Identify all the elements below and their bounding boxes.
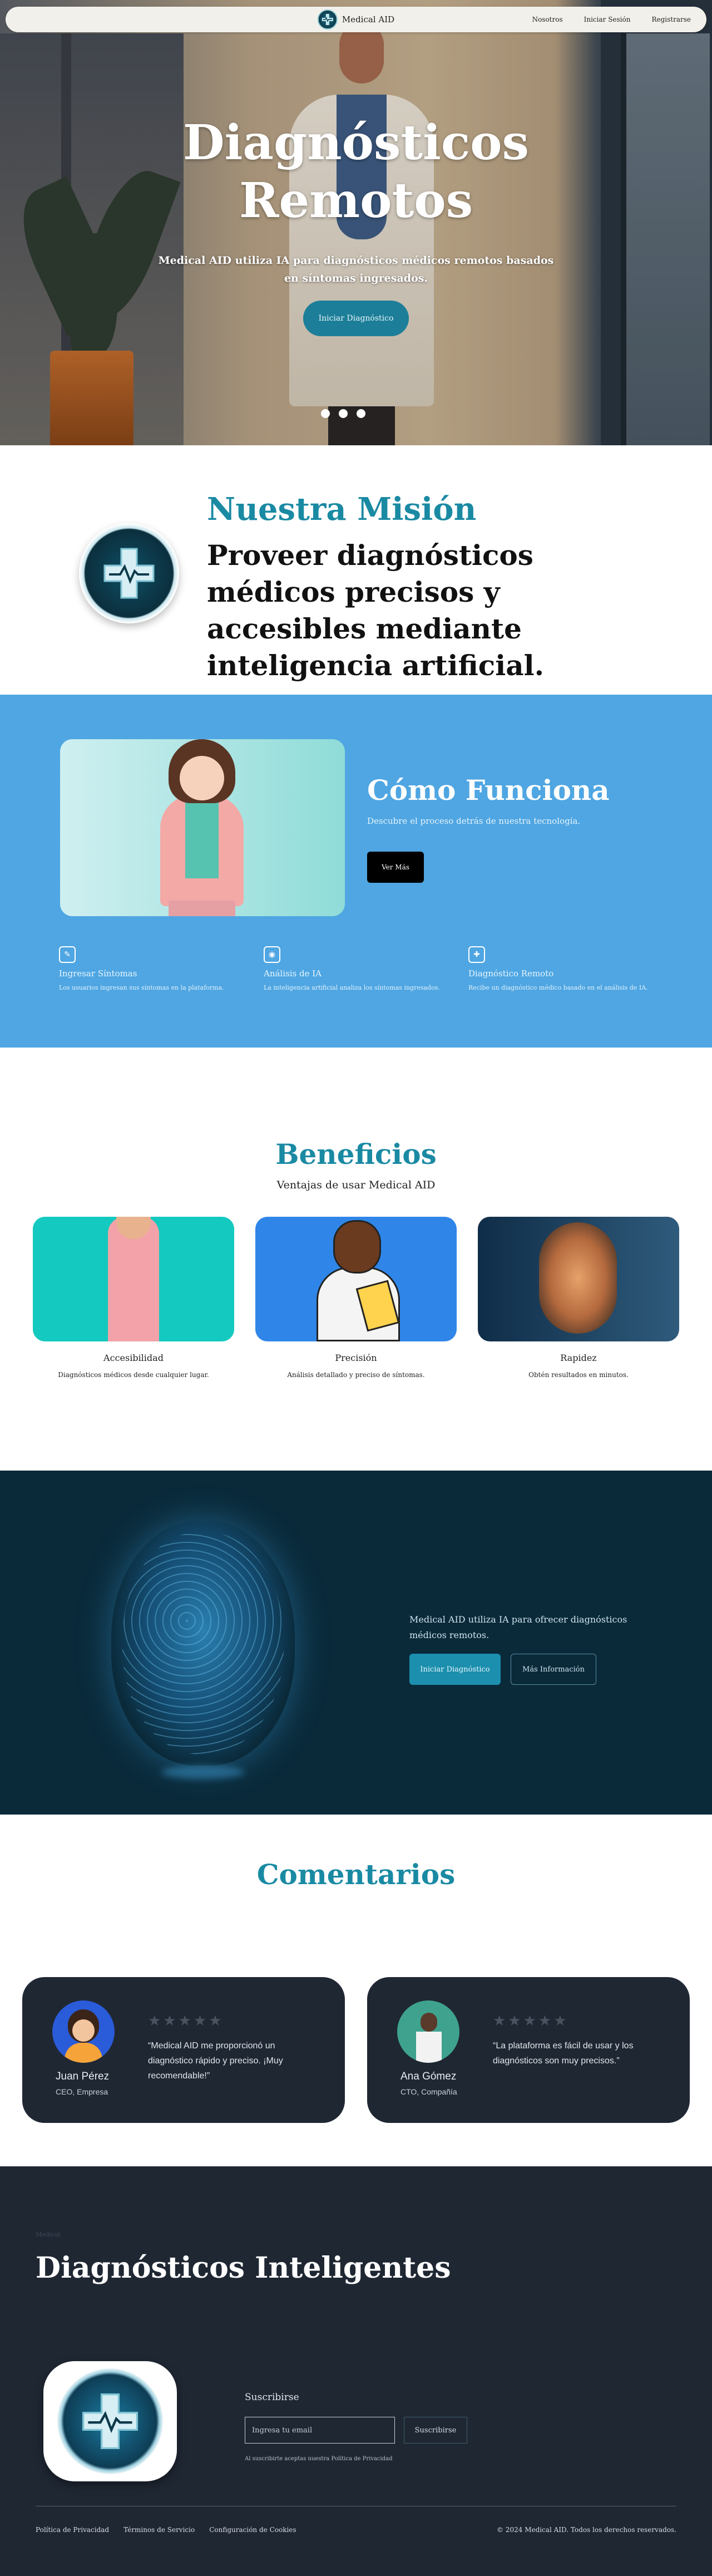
ai-chip-icon: ◉	[264, 946, 280, 963]
see-more-button[interactable]: Ver Más	[367, 852, 424, 883]
hero-start-diagnosis-button[interactable]: Iniciar Diagnóstico	[303, 301, 409, 336]
benefit-title: Rapidez	[560, 1353, 597, 1363]
benefit-text: Diagnósticos médicos desde cualquier lug…	[58, 1371, 209, 1379]
testimonial-role: CTO, Compañía	[400, 2087, 457, 2096]
benefit-image-coat	[33, 1217, 234, 1341]
hero-section: Diagnósticos Remotos Medical AID utiliza…	[0, 0, 712, 445]
footer-logo	[43, 2361, 177, 2481]
footer: Medical Diagnósticos Inteligentes Suscri…	[0, 2166, 712, 2576]
step-text: Recibe un diagnóstico médico basado en e…	[468, 984, 648, 991]
hero-title-line1: Diagnósticos	[183, 115, 529, 171]
digital-brain-image	[111, 1521, 295, 1766]
benefits-subtitle: Ventajas de usar Medical AID	[276, 1179, 436, 1191]
testimonial-role: CEO, Empresa	[56, 2087, 108, 2096]
start-diagnosis-button[interactable]: Iniciar Diagnóstico	[409, 1654, 501, 1685]
step-item: ✚ Diagnóstico Remoto Recibe un diagnósti…	[468, 946, 657, 991]
footer-link-privacy[interactable]: Política de Privacidad	[36, 2526, 109, 2534]
nav-link-register[interactable]: Registrarse	[651, 16, 691, 23]
top-navbar: Medical AID Nosotros Iniciar Sesión Regi…	[6, 7, 706, 32]
testimonial-name: Juan Pérez	[56, 2071, 110, 2082]
step-item: ✎ Ingresar Síntomas Los usuarios ingresa…	[59, 946, 248, 991]
benefits-title: Beneficios	[275, 1138, 437, 1171]
benefit-title: Accesibilidad	[103, 1353, 164, 1363]
benefit-card: Rapidez Obtén resultados en minutos.	[478, 1217, 679, 1379]
comments-title: Comentarios	[256, 1858, 456, 1891]
step-text: Los usuarios ingresan sus síntomas en la…	[59, 984, 224, 991]
nav-brand-name: Medical AID	[342, 14, 395, 24]
subscribe-legal-text: Al suscribirte aceptas nuestra Política …	[245, 2456, 393, 2462]
mission-title: Nuestra Misión	[207, 491, 477, 528]
ai-cta-text: Medical AID utiliza IA para ofrecer diag…	[409, 1614, 627, 1640]
benefit-text: Obtén resultados en minutos.	[528, 1371, 629, 1379]
chat-icon: ✎	[59, 946, 76, 963]
doctor-figurine-image	[60, 739, 345, 916]
step-title: Diagnóstico Remoto	[468, 969, 554, 979]
footer-eyebrow: Medical	[36, 2231, 61, 2238]
carousel-dot[interactable]	[321, 409, 330, 418]
carousel-dot[interactable]	[339, 409, 348, 418]
hero-carousel-dots	[321, 409, 365, 418]
benefit-text: Análisis detallado y preciso de síntomas…	[287, 1371, 425, 1379]
hero-title-line2: Remotos	[239, 173, 473, 229]
diagnosis-icon: ✚	[468, 946, 485, 963]
more-info-button[interactable]: Más Información	[511, 1654, 596, 1685]
comments-section: Comentarios Juan Pérez CEO, Empresa ★★★★…	[0, 1815, 712, 2166]
rating-stars: ★★★★★	[148, 2013, 224, 2029]
medical-cross-logo-icon	[317, 9, 338, 30]
step-text: La inteligencia artificial analiza los s…	[264, 984, 440, 991]
email-field[interactable]	[245, 2417, 395, 2444]
subscribe-button[interactable]: Suscribirse	[404, 2417, 467, 2444]
benefit-card: Precisión Análisis detallado y preciso d…	[255, 1217, 457, 1379]
benefit-image-doctor	[255, 1217, 457, 1341]
step-title: Análisis de IA	[264, 969, 322, 979]
how-description: Descubre el proceso detrás de nuestra te…	[367, 816, 581, 826]
testimonial-card: Juan Pérez CEO, Empresa ★★★★★ “Medical A…	[22, 1977, 345, 2123]
benefits-section: Beneficios Ventajas de usar Medical AID …	[0, 1048, 712, 1471]
footer-link-terms[interactable]: Términos de Servicio	[123, 2526, 195, 2534]
hero-subtitle: Medical AID utiliza IA para diagnósticos…	[158, 254, 554, 284]
nav-link-login[interactable]: Iniciar Sesión	[584, 16, 631, 23]
how-title: Cómo Funciona	[367, 774, 610, 807]
medical-cross-logo-icon	[57, 2368, 163, 2474]
mission-section: Nuestra Misión Proveer diagnósticos médi…	[0, 445, 712, 695]
nav-brand[interactable]: Medical AID	[317, 9, 395, 30]
step-title: Ingresar Síntomas	[59, 969, 137, 979]
avatar	[397, 2000, 459, 2063]
testimonial-quote: “Medical AID me proporcionó un diagnósti…	[148, 2041, 283, 2081]
rating-stars: ★★★★★	[493, 2013, 569, 2029]
nav-link-nosotros[interactable]: Nosotros	[532, 16, 563, 23]
footer-link-cookies[interactable]: Configuración de Cookies	[209, 2526, 296, 2534]
how-it-works-section: Cómo Funciona Descubre el proceso detrás…	[0, 695, 712, 1048]
benefit-image-hologram	[478, 1217, 679, 1341]
benefit-card: Accesibilidad Diagnósticos médicos desde…	[33, 1217, 234, 1379]
copyright: © 2024 Medical AID. Todos los derechos r…	[497, 2526, 676, 2534]
mission-text: Proveer diagnósticos médicos precisos y …	[207, 539, 545, 682]
footer-title: Diagnósticos Inteligentes	[36, 2251, 451, 2285]
testimonial-quote: “La plataforma es fácil de usar y los di…	[493, 2041, 634, 2066]
carousel-dot[interactable]	[357, 409, 365, 418]
avatar	[52, 2000, 115, 2063]
subscribe-title: Suscribirse	[245, 2392, 299, 2403]
benefit-title: Precisión	[335, 1353, 377, 1363]
hero-title: Diagnósticos Remotos	[0, 114, 712, 230]
testimonial-card: Ana Gómez CTO, Compañía ★★★★★ “La plataf…	[367, 1977, 690, 2123]
ai-cta-section: Medical AID utiliza IA para ofrecer diag…	[0, 1471, 712, 1815]
medical-cross-logo-icon	[79, 523, 179, 623]
testimonial-name: Ana Gómez	[400, 2071, 457, 2082]
step-item: ◉ Análisis de IA La inteligencia artific…	[264, 946, 453, 991]
